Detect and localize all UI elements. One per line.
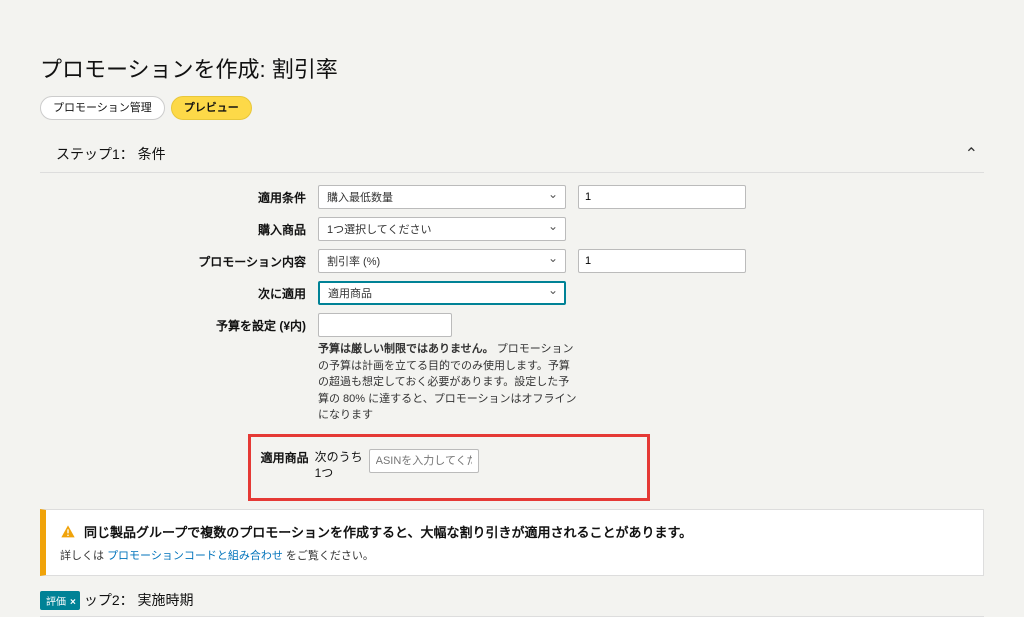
conditions-form: 適用条件 購入商品 プロモーション内容	[52, 181, 752, 428]
select-apply-to[interactable]	[318, 281, 566, 305]
input-promo-value[interactable]	[578, 249, 746, 273]
step1-title: ステップ1： 条件	[42, 144, 166, 164]
step2-title: ップ2： 実施時期	[84, 590, 194, 610]
alert-subtext: 詳しくは プロモーションコードと組み合わせ をご覧ください。	[60, 547, 969, 563]
warning-icon	[60, 524, 76, 540]
input-budget[interactable]	[318, 313, 452, 337]
select-product[interactable]	[318, 217, 566, 241]
label-condition: 適用条件	[52, 181, 312, 213]
warning-alert: 同じ製品グループで複数のプロモーションを作成すると、大幅な割り引きが適用されるこ…	[40, 509, 984, 576]
label-apply-to: 次に適用	[52, 277, 312, 309]
chevron-up-icon: ⌃	[965, 144, 978, 164]
close-icon[interactable]: ×	[70, 597, 76, 608]
alert-link[interactable]: プロモーションコードと組み合わせ	[107, 550, 283, 562]
asin-highlight-box: 適用商品 次のうち1つ	[248, 434, 650, 502]
alert-title-text: 同じ製品グループで複数のプロモーションを作成すると、大幅な割り引きが適用されるこ…	[84, 522, 692, 541]
label-asin: 適用商品	[257, 449, 315, 466]
input-asin[interactable]	[369, 449, 479, 473]
asin-mid-text: 次のうち1つ	[315, 449, 369, 483]
step1-header[interactable]: ステップ1： 条件 ⌃	[40, 140, 984, 173]
pill-preview[interactable]: プレビュー	[171, 96, 252, 120]
pill-row: プロモーション管理 プレビュー	[40, 96, 984, 120]
budget-note: 予算は厳しい制限ではありません。 プロモーションの予算は計画を立てる目的でのみ使…	[318, 341, 578, 424]
step2-header[interactable]: 評価× ップ2： 実施時期	[40, 590, 984, 617]
pill-manage[interactable]: プロモーション管理	[40, 96, 165, 120]
label-budget: 予算を設定 (¥内)	[52, 309, 312, 428]
page-title: プロモーションを作成: 割引率	[40, 52, 984, 84]
select-condition[interactable]	[318, 185, 566, 209]
label-promo-content: プロモーション内容	[52, 245, 312, 277]
step2-badge[interactable]: 評価×	[40, 591, 80, 610]
label-product: 購入商品	[52, 213, 312, 245]
select-promo-content[interactable]	[318, 249, 566, 273]
budget-note-strong: 予算は厳しい制限ではありません。	[318, 343, 494, 355]
input-condition-value[interactable]	[578, 185, 746, 209]
